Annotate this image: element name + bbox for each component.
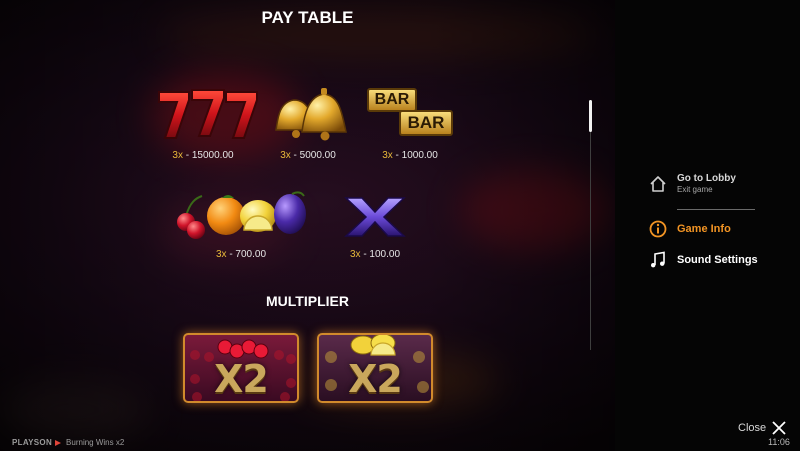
scrollbar-thumb[interactable] (589, 100, 592, 132)
music-note-icon (648, 250, 668, 270)
home-icon (648, 174, 668, 194)
sound-settings-button[interactable]: Sound Settings (648, 250, 758, 270)
pay-table-title: PAY TABLE (261, 8, 354, 27)
footer-branding: PLAYSON Burning Wins x2 (12, 438, 124, 447)
game-info-button[interactable]: Game Info (648, 219, 731, 239)
info-icon (648, 219, 668, 239)
brand-logo-icon (55, 439, 62, 446)
bells-icon (275, 88, 347, 141)
game-name: Burning Wins x2 (66, 438, 125, 447)
close-label: Close (738, 422, 767, 434)
lobby-sublabel: Exit game (677, 185, 713, 194)
menu-divider (677, 209, 755, 210)
scrollbar-track[interactable] (590, 100, 591, 350)
cherry-x2-icon: X2 (183, 333, 299, 403)
multiplier-title: MULTIPLIER (266, 293, 349, 309)
game-info-label: Game Info (677, 223, 731, 235)
sound-settings-label: Sound Settings (677, 254, 758, 266)
x-icon (344, 197, 406, 237)
go-to-lobby-button[interactable]: Go to Lobby Exit game (648, 173, 736, 194)
bar-icon: BAR BAR (367, 88, 453, 138)
lobby-label: Go to Lobby (677, 173, 736, 184)
payout-bar: 3x - 1000.00 (382, 150, 438, 161)
payout-seven: 3x - 15000.00 (172, 150, 234, 161)
seven-icon (158, 89, 258, 139)
payout-x: 3x - 100.00 (349, 249, 401, 260)
payout-fruits: 3x - 700.00 (215, 249, 267, 260)
close-icon (772, 421, 786, 435)
brand-name: PLAYSON (12, 438, 53, 447)
fruits-icon (177, 191, 306, 239)
lemon-x2-icon: X2 (317, 333, 433, 403)
clock: 11:06 (768, 437, 790, 447)
close-button[interactable]: Close (738, 421, 786, 435)
